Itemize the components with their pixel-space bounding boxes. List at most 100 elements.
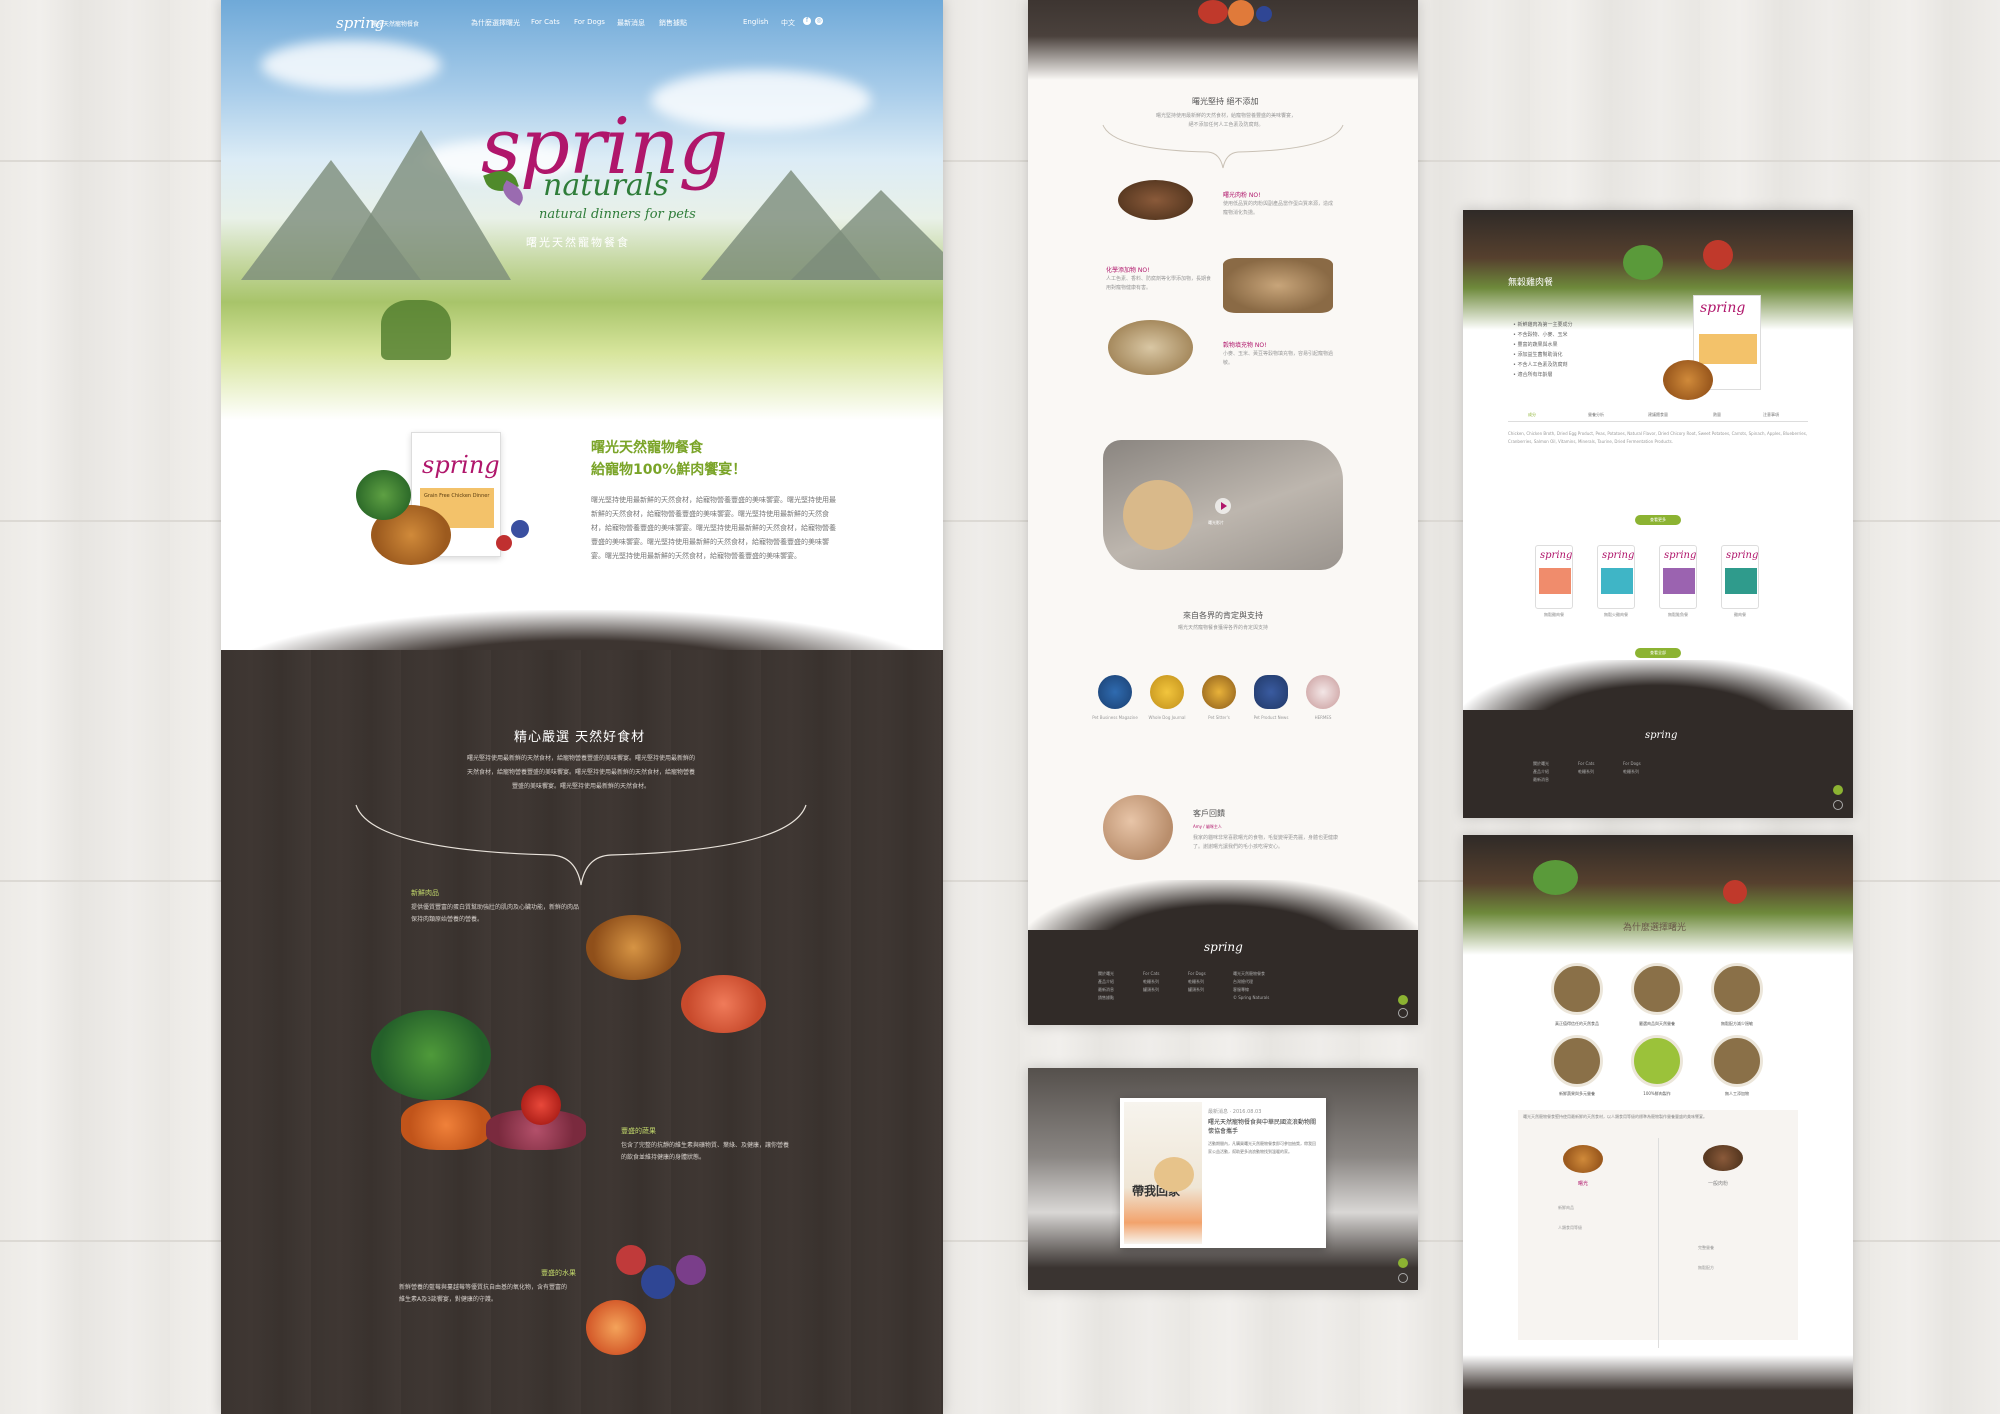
product-bag[interactable]: spring — [1535, 545, 1573, 609]
video-player[interactable]: 曙光影片 — [1103, 440, 1343, 570]
footer-link[interactable]: For Cats — [1143, 970, 1159, 978]
ingredients-title: 精心嚴選 天然好食材 — [514, 730, 646, 745]
tab-calories[interactable]: 熱量 — [1713, 412, 1721, 418]
badge-no-grain-icon — [1711, 963, 1763, 1015]
nav-item-why[interactable]: 為什麼選擇曙光 — [471, 18, 520, 28]
product-title: 無穀雞肉餐 — [1508, 278, 1554, 288]
back-to-top-icon[interactable] — [1833, 800, 1843, 810]
tab-ingredients[interactable]: 成分 — [1528, 412, 1536, 418]
award-badge-icon — [1254, 675, 1288, 709]
intro-title-line1: 曙光天然寵物餐食 — [591, 440, 703, 456]
item3-title: 穀物填充物 NO! — [1223, 342, 1267, 349]
awards-desc: 曙光天然寵物餐食獲得各界的肯定與支持 — [1177, 625, 1268, 631]
badge-caption: 嚴選肉品與天然營養 — [1639, 1021, 1675, 1026]
footer-link[interactable]: 產品介紹 — [1098, 978, 1114, 986]
nav-item-stores[interactable]: 銷售據點 — [659, 18, 687, 28]
footer-link[interactable]: 關於曙光 — [1098, 970, 1114, 978]
feature-item: • 不含人工色素及防腐劑 — [1513, 362, 1568, 368]
tab-feeding[interactable]: 建議餵食量 — [1648, 412, 1668, 418]
footer-link[interactable]: 關於曙光 — [1533, 760, 1549, 768]
lang-english[interactable]: English — [743, 18, 768, 26]
view-all-button[interactable]: 查看全部 — [1635, 648, 1681, 658]
footer — [1463, 710, 1853, 818]
roast-chicken-illustration — [1563, 1145, 1603, 1173]
veg-text: 包含了完整的抗靜的維生素與礦物質、葉綠、及健康，讓你營養的飲食並維持健康的身體狀… — [621, 1142, 790, 1161]
hero-banner: spring 曙光天然寵物餐食 為什麼選擇曙光 For Cats For Dog… — [221, 0, 943, 420]
why-spring-page-mockup: 為什麼選擇曙光 真正值得信任的天然食品 嚴選肉品與天然營養 無穀配方減少過敏 新… — [1463, 835, 1853, 1414]
product-bag[interactable]: spring — [1597, 545, 1635, 609]
testimonial-name: Amy / 貓咪主人 — [1193, 824, 1222, 829]
customer-photo — [1103, 795, 1173, 860]
chat-icon[interactable] — [1833, 785, 1843, 795]
play-icon[interactable] — [1215, 498, 1231, 514]
chemical-sacks-illustration — [1223, 258, 1333, 313]
hero-caption: 曙光天然寵物餐食 — [526, 236, 630, 249]
tab-notes[interactable]: 注意事項 — [1763, 412, 1779, 418]
facebook-icon[interactable]: f — [803, 17, 811, 25]
footer-link[interactable]: For Dogs — [1623, 760, 1641, 768]
more-button[interactable]: 查看更多 — [1635, 515, 1681, 525]
pack-band — [1699, 334, 1757, 364]
tab-nutrition[interactable]: 營養分析 — [1588, 412, 1604, 418]
compare-left-title: 曙光 — [1578, 1181, 1589, 1187]
decorative-curve — [1102, 124, 1344, 169]
product-bag[interactable]: spring — [1659, 545, 1697, 609]
back-to-top-icon[interactable] — [1398, 1273, 1408, 1283]
footer-link[interactable]: 產品介紹 — [1533, 768, 1549, 776]
tomato-illustration — [1703, 240, 1733, 270]
main-page-mockup: spring 曙光天然寵物餐食 為什麼選擇曙光 For Cats For Dog… — [221, 0, 943, 1414]
tomato-illustration — [521, 1085, 561, 1125]
footer-link[interactable]: 銷售據點 — [1098, 994, 1114, 1002]
product-bag[interactable]: spring — [1721, 545, 1759, 609]
footer-text: 台灣總代理 — [1233, 979, 1253, 984]
bag-logo: spring — [1602, 550, 1635, 561]
blueberry-illustration — [641, 1265, 675, 1299]
footer-link[interactable]: For Cats — [1578, 760, 1594, 768]
bag-name: 雞肉餐 — [1734, 612, 1746, 617]
nav-item-dogs[interactable]: For Dogs — [574, 18, 605, 26]
footer-col-4: 曙光天然寵物餐食 台灣總代理 客服專線 © Spring Naturals — [1233, 970, 1269, 1002]
back-to-top-icon[interactable] — [1398, 1008, 1408, 1018]
badge-caption: 新鮮蔬果與多元營養 — [1559, 1091, 1595, 1096]
lang-chinese[interactable]: 中文 — [781, 18, 795, 28]
footer-link[interactable]: 罐頭系列 — [1143, 986, 1159, 994]
bag-logo: spring — [1540, 550, 1573, 561]
nav-item-cats[interactable]: For Cats — [531, 18, 560, 26]
feature-item: • 添加益生菌幫助消化 — [1513, 352, 1563, 358]
brand-naturals: naturals — [543, 168, 669, 203]
footer-link[interactable]: 罐頭系列 — [1188, 986, 1206, 994]
award-caption: Whole Dog Journal — [1148, 715, 1186, 720]
news-meta: 最新消息 · 2016.08.03 — [1208, 1109, 1262, 1115]
bag-name: 無穀火雞肉餐 — [1604, 612, 1628, 617]
bag-logo: spring — [1664, 550, 1697, 561]
feature-item: • 不含穀物、小麥、玉米 — [1513, 332, 1568, 338]
item1-title: 曙光肉粉 NO! — [1223, 192, 1261, 199]
footer-text: © Spring Naturals — [1233, 995, 1270, 1000]
chat-icon[interactable] — [1398, 1258, 1408, 1268]
footer-link[interactable]: 最新消息 — [1533, 776, 1549, 784]
award-badge-icon — [1098, 675, 1132, 709]
footer-logo[interactable]: spring — [1204, 940, 1243, 954]
footer-link[interactable]: 乾糧系列 — [1188, 978, 1206, 986]
pack-logo: spring — [422, 451, 500, 479]
item2-text: 人工色素、香料、防腐劑等化學添加物，長期食用對寵物健康有害。 — [1106, 276, 1212, 291]
meat-meal-illustration — [1118, 180, 1193, 220]
veg-title: 豐盛的蔬果 — [621, 1127, 656, 1135]
footer-link[interactable]: 乾糧系列 — [1623, 768, 1641, 776]
footer-logo[interactable]: spring — [1645, 730, 1677, 741]
intro-title: 曙光天然寵物餐食 給寵物100%鮮肉饗宴！ — [591, 437, 746, 481]
footer-col-3: For Dogs 乾糧系列 罐頭系列 — [1188, 970, 1206, 994]
compare-row: 新鮮肉品 — [1558, 1205, 1574, 1210]
footer-link[interactable]: 最新消息 — [1098, 986, 1114, 994]
brush-edge — [1463, 1355, 1853, 1414]
chat-icon[interactable] — [1398, 995, 1408, 1005]
footer-link[interactable]: For Dogs — [1188, 970, 1206, 978]
roast-chicken-illustration — [1663, 360, 1713, 400]
footer-link[interactable]: 乾糧系列 — [1143, 978, 1159, 986]
nav-item-news[interactable]: 最新消息 — [617, 18, 645, 28]
cranberry-illustration — [616, 1245, 646, 1275]
instagram-icon[interactable]: ◎ — [815, 17, 823, 25]
footer-link[interactable]: 乾糧系列 — [1578, 768, 1594, 776]
carrot-illustration — [401, 1100, 491, 1150]
lettuce-illustration — [1623, 245, 1663, 280]
